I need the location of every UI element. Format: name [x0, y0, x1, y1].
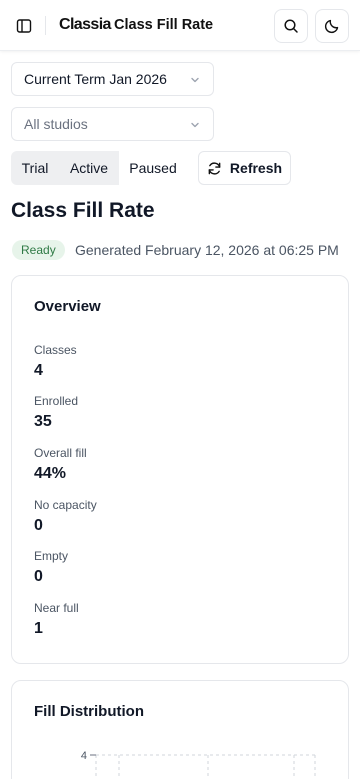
stat-value: 0 — [34, 517, 43, 534]
term-select[interactable]: Current Term Jan 2026 — [11, 62, 214, 96]
generated-timestamp: Generated February 12, 2026 at 06:25 PM — [75, 242, 339, 258]
header-title: Class Fill Rate — [114, 17, 214, 33]
tab-paused[interactable]: Paused — [119, 151, 187, 185]
stat-empty: Empty 0 — [34, 549, 68, 586]
overview-card: Overview Classes 4 Enrolled 35 Overall f… — [11, 275, 349, 664]
chart-y-ticks: 4 — [81, 750, 96, 762]
stat-value: 4 — [34, 362, 43, 379]
stat-value: 0 — [34, 568, 43, 585]
studio-select[interactable]: All studios — [11, 107, 214, 141]
stat-enrolled: Enrolled 35 — [34, 394, 78, 431]
chevron-down-icon — [191, 122, 199, 128]
chevron-down-icon — [191, 77, 199, 83]
status-badge: Ready — [12, 240, 65, 260]
status-tabs: Trial Active Paused — [11, 151, 187, 185]
refresh-icon — [208, 161, 221, 175]
stat-label: Enrolled — [34, 394, 79, 408]
stat-label: Classes — [34, 343, 77, 357]
search-icon — [284, 19, 298, 33]
search-button[interactable] — [274, 9, 308, 43]
term-select-value: Current Term Jan 2026 — [24, 71, 167, 87]
sidebar-toggle-button[interactable] — [9, 11, 39, 41]
overview-title: Overview — [34, 298, 101, 315]
refresh-button[interactable]: Refresh — [198, 151, 291, 185]
stat-classes: Classes 4 — [34, 343, 77, 380]
refresh-label: Refresh — [229, 160, 283, 176]
stat-label: Overall fill — [34, 446, 87, 460]
tab-trial[interactable]: Trial — [11, 151, 59, 185]
stat-value: 1 — [34, 620, 43, 637]
stat-label: Empty — [34, 549, 69, 563]
moon-icon — [324, 19, 339, 34]
stat-near-full: Near full 1 — [34, 601, 79, 638]
stat-label: No capacity — [34, 498, 97, 512]
fill-distribution-card: Fill Distribution 4 — [11, 680, 349, 779]
sidebar-toggle-icon — [16, 19, 32, 33]
stat-label: Near full — [34, 601, 79, 615]
tab-active[interactable]: Active — [59, 151, 119, 185]
app-logo[interactable]: Classia — [59, 16, 111, 34]
stat-value: 35 — [34, 413, 52, 430]
stat-overall-fill: Overall fill 44% — [34, 446, 87, 483]
page-title: Class Fill Rate — [11, 199, 155, 222]
chart-y-tick-label: 4 — [81, 750, 87, 762]
header-divider — [45, 16, 46, 35]
fill-distribution-chart: 4 — [81, 750, 316, 779]
top-bar: Classia Class Fill Rate — [0, 0, 360, 51]
studio-select-value: All studios — [24, 116, 88, 132]
chart-grid — [95, 754, 316, 779]
stat-no-capacity: No capacity 0 — [34, 498, 97, 535]
stat-value: 44% — [34, 465, 67, 482]
theme-toggle-button[interactable] — [315, 9, 349, 43]
